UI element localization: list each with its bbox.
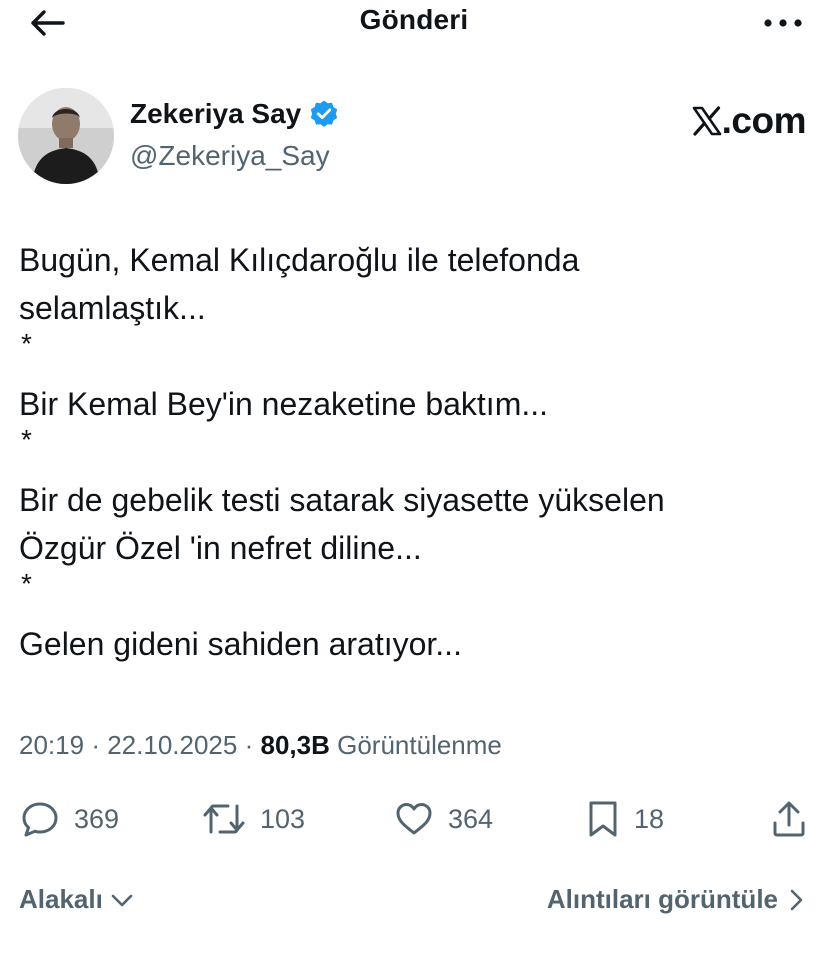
x-logo-icon [692,106,721,136]
tweet-line: Özgür Özel 'in nefret diline... [19,530,422,566]
like-button[interactable]: 364 [394,796,493,842]
relevant-label: Alakalı [19,884,103,914]
like-count: 364 [448,803,494,834]
author-name[interactable]: Zekeriya Say [130,98,301,130]
retweet-button[interactable]: 103 [202,796,305,842]
brand-watermark: .com [692,100,807,142]
page-title: Gönderi [359,4,469,35]
view-quotes-link[interactable]: Alıntıları görüntüle [547,884,806,915]
tweet-date[interactable]: 22.10.2025 [107,730,237,760]
brand-label: .com [721,100,807,141]
share-button[interactable] [770,796,808,842]
tweet-line: * [21,328,32,359]
tweet-line: Bir de gebelik testi satarak siyasette y… [19,482,665,518]
bookmark-icon [589,801,617,837]
meta-separator: · [244,730,254,760]
reply-icon [22,802,58,837]
retweet-icon [203,804,245,834]
verified-badge-icon [311,100,338,127]
tweet-line: selamlaştık... [19,290,206,326]
bookmark-button[interactable]: 18 [586,796,664,842]
footer-bar: Alakalı Alıntıları görüntüle [0,884,828,924]
chevron-right-icon [790,889,803,910]
retweet-count: 103 [260,803,306,834]
tweet-meta: 20:19 · 22.10.2025 · 80,3B Görüntülenme [19,730,502,761]
tweet-line: Gelen gideni sahiden aratıyor... [19,626,462,662]
quotes-label: Alıntıları görüntüle [546,884,778,914]
author-name-row: Zekeriya Say [130,98,339,130]
action-bar: 369 103 364 18 [0,796,828,842]
share-icon [773,801,805,837]
meta-separator: · [91,730,100,760]
more-horizontal-icon [764,19,802,27]
reply-count: 369 [74,803,120,834]
reply-button[interactable]: 369 [20,796,119,842]
tweet-time[interactable]: 20:19 [19,730,84,760]
views-count[interactable]: 80,3B [261,730,330,760]
tweet-text: Bugün, Kemal Kılıçdaroğlu ile telefonda … [19,236,809,668]
chevron-down-icon [111,894,133,906]
avatar[interactable] [18,88,114,184]
author-handle[interactable]: @Zekeriya_Say [130,140,330,172]
author-block: Zekeriya Say @Zekeriya_Say .com [18,88,808,188]
tweet-line: Bugün, Kemal Kılıçdaroğlu ile telefonda [19,242,580,278]
heart-icon [396,803,432,835]
relevant-sort-dropdown[interactable]: Alakalı [19,884,135,915]
tweet-line: * [21,424,32,455]
top-bar: Gönderi [0,0,828,46]
bookmark-count: 18 [634,803,665,834]
views-label: Görüntülenme [337,730,502,760]
tweet-line: Bir Kemal Bey'in nezaketine baktım... [19,386,549,422]
tweet-line: * [21,568,32,599]
more-button[interactable] [758,4,808,42]
